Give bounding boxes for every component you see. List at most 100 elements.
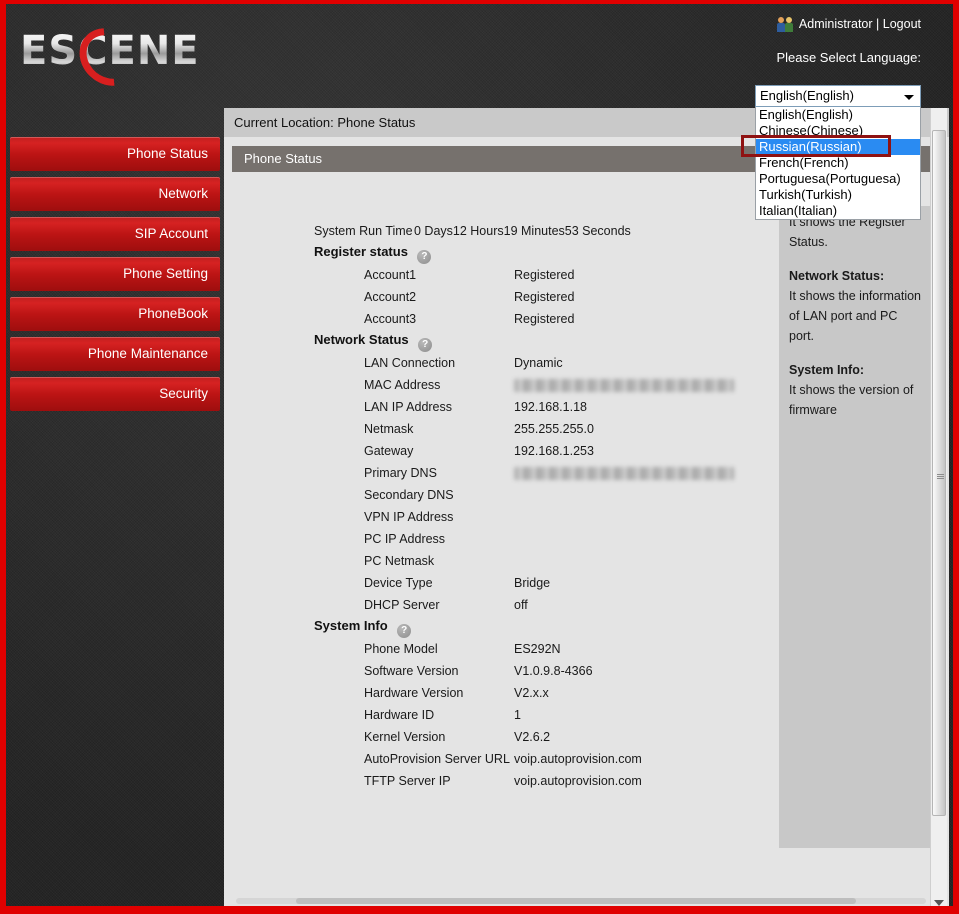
- table-row: Account1 Registered: [314, 264, 734, 286]
- label-system-run-time: System Run Time: [314, 224, 413, 238]
- value-mac-address-redacted: [514, 379, 734, 392]
- table-row: TFTP Server IP voip.autoprovision.com: [314, 770, 734, 792]
- page-header: ESCENE Administrator | Logout Please Sel…: [6, 4, 953, 220]
- help-icon-network-status[interactable]: ?: [418, 338, 433, 352]
- value-netmask: 255.255.255.0: [514, 422, 594, 436]
- language-option-french[interactable]: French(French): [756, 155, 920, 171]
- table-row: LAN Connection Dynamic: [314, 352, 734, 374]
- sidebar-item-phonebook[interactable]: PhoneBook: [10, 297, 220, 331]
- sidebar-item-phone-maintenance[interactable]: Phone Maintenance: [10, 337, 220, 371]
- label-lan-ip-address: LAN IP Address: [364, 400, 453, 414]
- label-hardware-version: Hardware Version: [364, 686, 464, 700]
- value-hardware-id: 1: [514, 708, 521, 722]
- value-account3: Registered: [514, 312, 575, 326]
- label-pc-netmask: PC Netmask: [364, 554, 435, 568]
- group-label-network-status: Network Status: [314, 332, 409, 347]
- scrollbar-grip-icon: [937, 473, 944, 480]
- label-primary-dns: Primary DNS: [364, 466, 437, 480]
- language-option-italian[interactable]: Italian(Italian): [756, 203, 920, 219]
- chevron-down-icon: [904, 95, 914, 100]
- label-kernel-version: Kernel Version: [364, 730, 446, 744]
- vertical-scrollbar-thumb[interactable]: [932, 130, 946, 816]
- table-row: Kernel Version V2.6.2: [314, 726, 734, 748]
- value-dhcp-server: off: [514, 598, 528, 612]
- sidebar-item-phone-status[interactable]: Phone Status: [10, 137, 220, 171]
- browser-page: ESCENE Administrator | Logout Please Sel…: [0, 0, 959, 914]
- horizontal-scrollbar[interactable]: [236, 898, 926, 904]
- label-autoprovision-server-url: AutoProvision Server URL: [364, 752, 510, 766]
- value-hardware-version: V2.x.x: [514, 686, 549, 700]
- table-row: Netmask 255.255.255.0: [314, 418, 734, 440]
- language-option-turkish[interactable]: Turkish(Turkish): [756, 187, 920, 203]
- label-netmask: Netmask: [364, 422, 414, 436]
- label-account2: Account2: [364, 290, 417, 304]
- table-row: Account2 Registered: [314, 286, 734, 308]
- value-lan-connection: Dynamic: [514, 356, 563, 370]
- table-row: Hardware Version V2.x.x: [314, 682, 734, 704]
- sidebar-item-phone-setting[interactable]: Phone Setting: [10, 257, 220, 291]
- sidebar-item-security[interactable]: Security: [10, 377, 220, 411]
- label-gateway: Gateway: [364, 444, 414, 458]
- label-account3: Account3: [364, 312, 417, 326]
- scroll-down-arrow-icon[interactable]: [934, 900, 944, 906]
- help-icon-system-info[interactable]: ?: [397, 624, 412, 638]
- language-option-english[interactable]: English(English): [756, 107, 920, 123]
- language-option-russian[interactable]: Russian(Russian): [756, 139, 920, 155]
- label-software-version: Software Version: [364, 664, 459, 678]
- language-select[interactable]: English(English): [755, 85, 921, 107]
- table-row: Primary DNS: [314, 462, 734, 484]
- language-option-chinese[interactable]: Chinese(Chinese): [756, 123, 920, 139]
- logout-link[interactable]: Logout: [883, 17, 921, 31]
- table-row: Account3 Registered: [314, 308, 734, 330]
- language-prompt: Please Select Language:: [776, 50, 921, 65]
- group-system-info: System Info ?: [314, 618, 734, 638]
- value-phone-model: ES292N: [514, 642, 561, 656]
- table-row: VPN IP Address: [314, 506, 734, 528]
- label-phone-model: Phone Model: [364, 642, 438, 656]
- help-network-text: It shows the information of LAN port and…: [789, 289, 922, 343]
- language-option-list[interactable]: English(English) Chinese(Chinese) Russia…: [755, 107, 921, 220]
- separator: |: [876, 17, 880, 31]
- vertical-scrollbar[interactable]: [930, 108, 947, 906]
- language-option-portuguesa[interactable]: Portuguesa(Portuguesa): [756, 171, 920, 187]
- help-panel: It shows the Register Status. Network St…: [779, 206, 931, 848]
- value-lan-ip-address: 192.168.1.18: [514, 400, 587, 414]
- admin-bar: Administrator | Logout: [776, 16, 921, 32]
- admin-label: Administrator: [798, 17, 873, 31]
- value-primary-dns-redacted: [514, 467, 734, 480]
- help-system-text: It shows the version of firmware: [789, 383, 914, 417]
- value-gateway: 192.168.1.253: [514, 444, 594, 458]
- group-label-register-status: Register status: [314, 244, 408, 259]
- table-row: Secondary DNS: [314, 484, 734, 506]
- table-row: PC Netmask: [314, 550, 734, 572]
- table-row: Device Type Bridge: [314, 572, 734, 594]
- label-dhcp-server: DHCP Server: [364, 598, 440, 612]
- label-account1: Account1: [364, 268, 417, 282]
- label-lan-connection: LAN Connection: [364, 356, 456, 370]
- value-account1: Registered: [514, 268, 575, 282]
- help-icon-register-status[interactable]: ?: [417, 250, 432, 264]
- label-device-type: Device Type: [364, 576, 433, 590]
- table-row: Gateway 192.168.1.253: [314, 440, 734, 462]
- sidebar-nav: Phone Status Network SIP Account Phone S…: [10, 137, 224, 417]
- value-kernel-version: V2.6.2: [514, 730, 551, 744]
- label-secondary-dns: Secondary DNS: [364, 488, 454, 502]
- group-label-system-info: System Info: [314, 618, 388, 633]
- group-network-status: Network Status ?: [314, 332, 734, 352]
- sidebar-item-sip-account[interactable]: SIP Account: [10, 217, 220, 251]
- value-autoprovision-server-url: voip.autoprovision.com: [514, 752, 642, 766]
- group-register-status: Register status ?: [314, 244, 734, 264]
- table-row: Phone Model ES292N: [314, 638, 734, 660]
- label-pc-ip-address: PC IP Address: [364, 532, 446, 546]
- value-tftp-server-ip: voip.autoprovision.com: [514, 774, 642, 788]
- table-row: AutoProvision Server URL voip.autoprovis…: [314, 748, 734, 770]
- label-tftp-server-ip: TFTP Server IP: [364, 774, 451, 788]
- label-vpn-ip-address: VPN IP Address: [364, 510, 454, 524]
- sidebar-item-network[interactable]: Network: [10, 177, 220, 211]
- value-software-version: V1.0.9.8-4366: [514, 664, 593, 678]
- table-row: Hardware ID 1: [314, 704, 734, 726]
- language-selected-value: English(English): [760, 88, 854, 103]
- horizontal-scrollbar-thumb[interactable]: [296, 898, 856, 904]
- table-row: Software Version V1.0.9.8-4366: [314, 660, 734, 682]
- table-row: DHCP Server off: [314, 594, 734, 616]
